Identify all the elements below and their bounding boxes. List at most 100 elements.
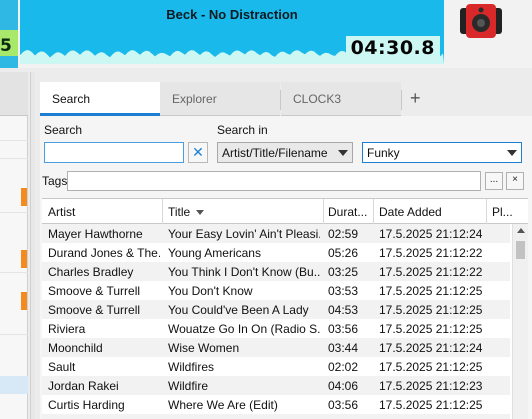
- column-header-duration[interactable]: Durat...: [328, 205, 367, 219]
- tab-clock3[interactable]: CLOCK3: [281, 82, 401, 116]
- table-row[interactable]: Jordan Rakei Wildfire 04:06 17.5.2025 21:12…: [42, 376, 510, 395]
- search-panel: Search ✕ Search in Artist/Title/Filename…: [40, 116, 532, 419]
- table-row[interactable]: Durand Jones & The... Young Americans 05:2…: [42, 243, 510, 262]
- cell-date-added: 17.5.2025 21:12:24: [379, 341, 483, 355]
- row-divider: [0, 158, 28, 159]
- cell-artist: Smoove & Turrell: [48, 284, 141, 298]
- cell-title: Where We Are (Edit): [168, 398, 278, 412]
- cell-duration: 03:25: [328, 265, 359, 279]
- cell-artist: Smoove & Turrell: [48, 303, 141, 317]
- now-playing-title: Beck - No Distraction: [166, 7, 298, 22]
- vertical-scrollbar[interactable]: [512, 224, 528, 419]
- remaining-time: 04:30.8: [345, 36, 440, 60]
- column-divider[interactable]: [323, 199, 324, 224]
- cell-artist: Riviera: [48, 322, 86, 336]
- cell-artist: Jordan Rakei: [48, 379, 119, 393]
- cell-duration: 02:02: [328, 360, 359, 374]
- table-row[interactable]: Sault Wildfires 02:02 17.5.2025 21:12:25: [42, 357, 510, 376]
- cell-duration: 03:56: [328, 398, 359, 412]
- tab-strip: Search Explorer CLOCK3 +: [40, 82, 532, 116]
- cell-date-added: 17.5.2025 21:12:25: [379, 322, 483, 336]
- search-input[interactable]: [44, 142, 184, 163]
- search-in-label: Search in: [217, 123, 268, 137]
- cell-artist: Mayer Hawthorne: [48, 227, 143, 241]
- row-divider: [0, 212, 28, 213]
- column-header-date-added[interactable]: Date Added: [379, 205, 442, 219]
- tab-explorer[interactable]: Explorer: [160, 82, 280, 116]
- selected-row[interactable]: [0, 376, 28, 394]
- cell-date-added: 17.5.2025 21:12:22: [379, 265, 483, 279]
- row-divider: [0, 272, 28, 273]
- tags-label: Tags: [42, 174, 68, 188]
- chevron-down-icon: [507, 150, 517, 156]
- table-row[interactable]: Moonchild Wise Women 03:44 17.5.2025 21:12:…: [42, 338, 510, 357]
- table-row[interactable]: Curtis Harding Where We Are (Edit) 03:56 17…: [42, 395, 510, 414]
- genre-value: Funky: [367, 146, 400, 160]
- column-title-label: Title: [168, 205, 191, 219]
- marker-orange: [21, 188, 27, 206]
- cell-title: Wise Women: [168, 341, 240, 355]
- panel-splitter[interactable]: [30, 72, 35, 419]
- column-header-title[interactable]: Title: [168, 205, 205, 219]
- cell-duration: 05:26: [328, 246, 359, 260]
- cell-duration: 04:06: [328, 379, 359, 393]
- cell-date-added: 17.5.2025 21:12:25: [379, 303, 483, 317]
- column-divider[interactable]: [486, 199, 487, 224]
- cell-date-added: 17.5.2025 21:12:23: [379, 379, 483, 393]
- tab-label: CLOCK3: [293, 92, 342, 106]
- cell-title: Young Americans: [168, 246, 261, 260]
- cell-title: Wouatze Go In On (Radio S...: [168, 322, 320, 336]
- sort-desc-icon: [196, 210, 205, 216]
- cell-date-added: 17.5.2025 21:12:25: [379, 284, 483, 298]
- cell-artist: Sault: [48, 360, 76, 374]
- table-header: Artist Title Durat... Date Added Pl...: [42, 199, 528, 224]
- scroll-thumb[interactable]: [516, 241, 525, 259]
- results-table: Artist Title Durat... Date Added Pl... M…: [42, 198, 528, 419]
- genre-select[interactable]: Funky: [362, 142, 522, 163]
- table-row[interactable]: Indi...Wh... A...03:0317.5.2025 21:12:24: [42, 414, 510, 419]
- table-row[interactable]: Charles Bradley You Think I Don't Know (B…: [42, 262, 510, 281]
- column-divider[interactable]: [162, 199, 163, 224]
- cell-title: You Could've Been A Lady: [168, 303, 309, 317]
- tags-input[interactable]: [67, 171, 481, 191]
- marker-orange: [21, 250, 27, 268]
- marker-orange: [21, 292, 27, 310]
- cell-artist: Curtis Harding: [48, 398, 125, 412]
- tags-clear-button[interactable]: ×: [506, 172, 524, 190]
- cell-duration: 03:53: [328, 284, 359, 298]
- cell-artist: Moonchild: [48, 341, 103, 355]
- tab-divider: [401, 90, 402, 110]
- deck-edge: 5: [0, 0, 18, 68]
- cell-duration: 02:59: [328, 227, 359, 241]
- close-icon[interactable]: ✕: [188, 142, 208, 163]
- table-row[interactable]: Smoove & Turrell You Could've Been A Lady…: [42, 300, 510, 319]
- tab-search[interactable]: Search: [40, 82, 160, 116]
- cell-title: You Don't Know: [168, 284, 253, 298]
- table-row[interactable]: Riviera Wouatze Go In On (Radio S... 03:56…: [42, 319, 510, 338]
- search-label: Search: [44, 123, 83, 137]
- deck-edge-label: 5: [0, 36, 12, 56]
- scroll-up-icon[interactable]: [517, 228, 525, 233]
- search-in-select[interactable]: Artist/Title/Filename: [217, 142, 353, 163]
- cell-title: Wildfires: [168, 360, 215, 374]
- table-row[interactable]: Mayer Hawthorne Your Easy Lovin' Ain't Pl…: [42, 224, 510, 243]
- now-playing-display[interactable]: Beck - No Distraction 04:30.8: [20, 0, 444, 64]
- cell-title: Wildfire: [168, 379, 209, 393]
- cell-artist: Durand Jones & The...: [48, 246, 160, 260]
- row-divider: [0, 334, 28, 335]
- table-row[interactable]: Smoove & Turrell You Don't Know 03:53 17.5.…: [42, 281, 510, 300]
- column-header-played[interactable]: Pl...: [492, 205, 513, 219]
- column-divider[interactable]: [373, 199, 374, 224]
- cell-duration: 04:53: [328, 303, 359, 317]
- cell-duration: 03:56: [328, 322, 359, 336]
- left-panel: [0, 72, 28, 419]
- tags-browse-button[interactable]: ...: [485, 172, 503, 190]
- speaker-icon[interactable]: [456, 2, 506, 40]
- add-tab-button[interactable]: +: [410, 88, 421, 109]
- cell-date-added: 17.5.2025 21:12:25: [379, 398, 483, 412]
- cell-duration: 03:44: [328, 341, 359, 355]
- cell-title: You Think I Don't Know (Bu...: [168, 265, 320, 279]
- column-header-artist[interactable]: Artist: [48, 205, 75, 219]
- chevron-down-icon: [338, 150, 348, 156]
- cell-date-added: 17.5.2025 21:12:25: [379, 360, 483, 374]
